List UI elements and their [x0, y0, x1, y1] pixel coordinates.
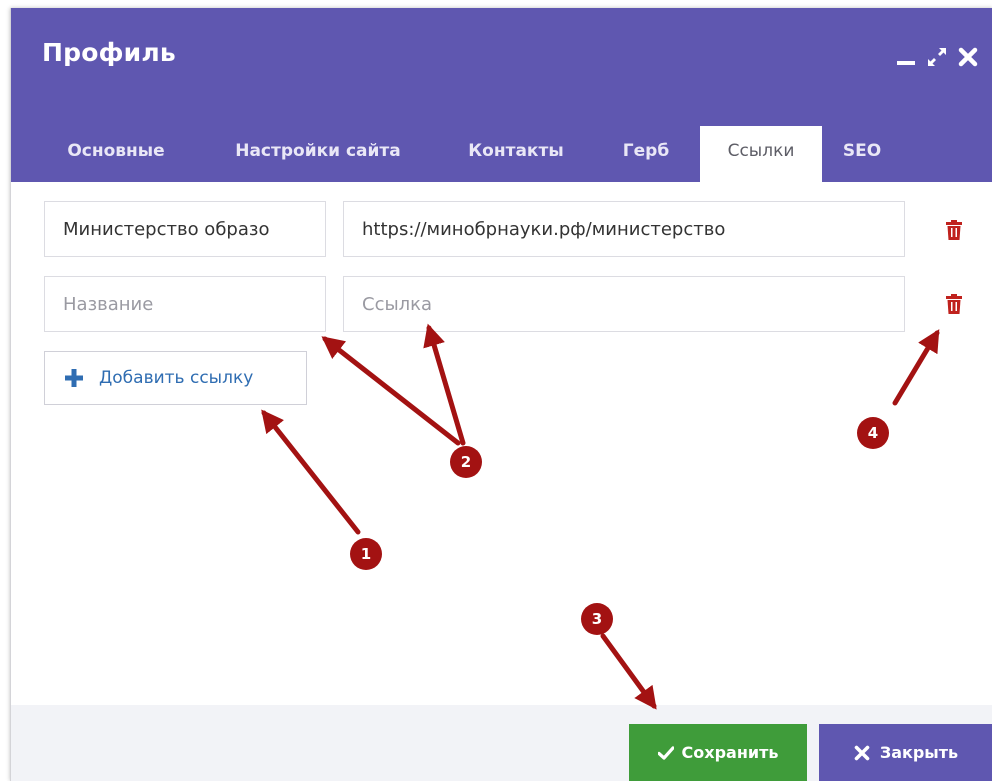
- link-name-input[interactable]: [44, 276, 326, 332]
- tab-seo[interactable]: SEO: [837, 126, 887, 182]
- add-link-label: Добавить ссылку: [99, 368, 254, 388]
- profile-dialog: Профиль Основные Настройки сайта Контакт…: [10, 8, 992, 781]
- minimize-icon[interactable]: [895, 46, 917, 68]
- plus-icon: [65, 369, 83, 387]
- tab-links[interactable]: Ссылки: [700, 126, 822, 182]
- dialog-header: Профиль Основные Настройки сайта Контакт…: [11, 8, 992, 182]
- save-button[interactable]: Сохранить: [629, 724, 807, 781]
- tab-main[interactable]: Основные: [41, 126, 191, 182]
- maximize-icon[interactable]: [926, 46, 948, 68]
- close-icon[interactable]: [957, 46, 979, 68]
- delete-link-icon[interactable]: [946, 220, 962, 240]
- link-name-input[interactable]: [44, 201, 326, 257]
- tab-contacts[interactable]: Контакты: [449, 126, 583, 182]
- tab-site-settings[interactable]: Настройки сайта: [207, 126, 429, 182]
- delete-link-icon[interactable]: [946, 294, 962, 314]
- tab-coat-of-arms[interactable]: Герб: [603, 126, 689, 182]
- dialog-title: Профиль: [42, 38, 176, 67]
- window-controls: [895, 46, 979, 68]
- checkmark-icon: [657, 745, 674, 760]
- close-button[interactable]: Закрыть: [819, 724, 992, 781]
- link-url-input[interactable]: [343, 276, 905, 332]
- save-label: Сохранить: [681, 743, 779, 762]
- link-url-input[interactable]: [343, 201, 905, 257]
- close-icon: [854, 745, 870, 760]
- close-label: Закрыть: [879, 743, 959, 762]
- add-link-button[interactable]: Добавить ссылку: [44, 351, 307, 405]
- tab-bar: Основные Настройки сайта Контакты Герб С…: [11, 126, 992, 182]
